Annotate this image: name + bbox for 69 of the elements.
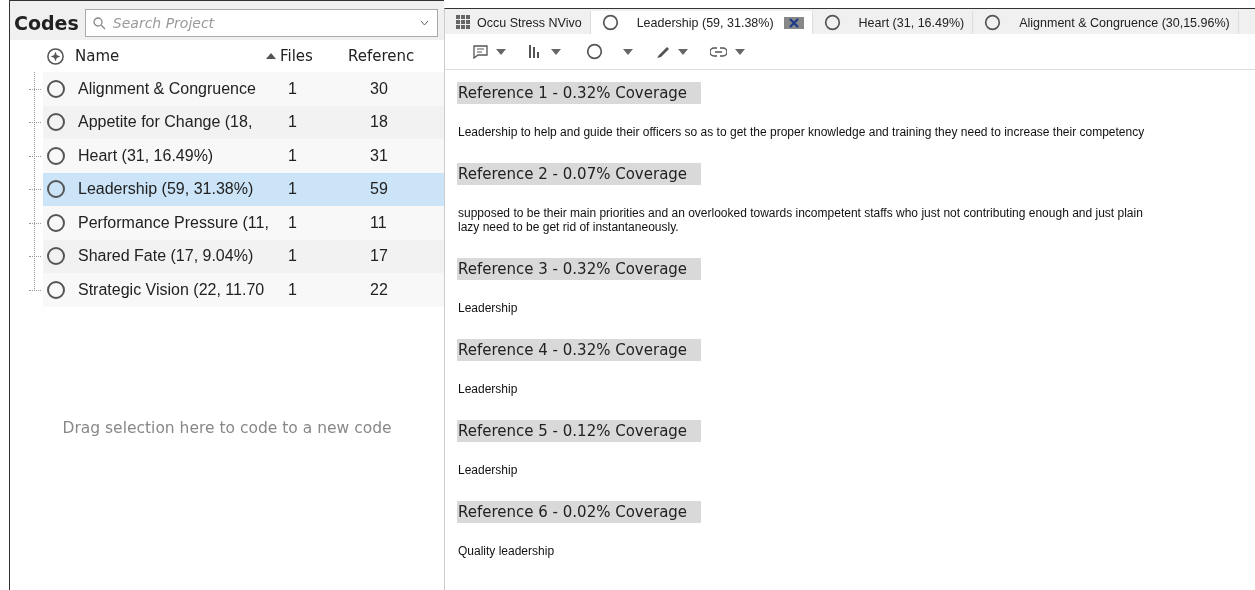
code-name: Alignment & Congruence bbox=[78, 79, 257, 98]
caret-icon bbox=[496, 48, 506, 55]
files-count: 1 bbox=[288, 113, 298, 132]
references-count: 11 bbox=[370, 213, 387, 232]
files-count: 1 bbox=[288, 146, 298, 165]
link-icon bbox=[710, 46, 727, 57]
references-count: 22 bbox=[370, 280, 388, 299]
code-name: Leadership (59, 31.38%) bbox=[78, 180, 255, 199]
references-count: 17 bbox=[370, 247, 388, 266]
code-circle-icon bbox=[46, 212, 66, 233]
references-count: 31 bbox=[370, 146, 388, 165]
reference-heading: Reference 6 - 0.02% Coverage bbox=[457, 501, 702, 523]
column-header[interactable]: Name bbox=[75, 47, 120, 65]
caret-icon bbox=[735, 48, 745, 55]
files-count: 1 bbox=[288, 247, 298, 266]
code-circle-icon bbox=[46, 279, 66, 300]
code-circle-icon bbox=[601, 14, 619, 32]
code-circle-icon bbox=[984, 14, 1002, 32]
references-count: 59 bbox=[370, 180, 388, 199]
code-circle-icon bbox=[46, 112, 66, 133]
search-field[interactable]: Search Project bbox=[84, 9, 438, 37]
highlight-tool[interactable] bbox=[655, 44, 688, 60]
grid-icon bbox=[456, 15, 471, 31]
code-circle-icon bbox=[823, 14, 841, 32]
code-name: Performance Pressure (11, bbox=[78, 213, 270, 232]
code-circle-icon bbox=[46, 179, 66, 200]
reference-heading: Reference 5 - 0.12% Coverage bbox=[457, 420, 702, 442]
code-name: Heart (31, 16.49%) bbox=[78, 146, 215, 165]
references-count: 30 bbox=[370, 79, 388, 98]
reference-text: Leadership to help and guide their officers so as to get the proper knowledge and training they need to increase their competency bbox=[458, 125, 1146, 139]
references-count: 18 bbox=[370, 113, 388, 132]
reference-text: Leadership bbox=[458, 382, 519, 396]
panel-title: Codes bbox=[14, 12, 79, 34]
code-name: Strategic Vision (22, 11.70 bbox=[78, 280, 266, 299]
reference-text: Leadership bbox=[458, 301, 519, 315]
files-count: 1 bbox=[288, 213, 298, 232]
reference-text: Quality leadership bbox=[458, 544, 556, 558]
annotation-tool[interactable] bbox=[473, 44, 506, 59]
code-name: Shared Fate (17, 9.04%) bbox=[78, 247, 255, 266]
files-count: 1 bbox=[288, 180, 298, 199]
add-code-icon[interactable] bbox=[46, 46, 65, 66]
marker-icon bbox=[655, 44, 670, 60]
link-tool[interactable] bbox=[710, 46, 745, 57]
reference-text: supposed to be their main priorities and an overlooked towards incompetent staffs who just not contributing enough and just plain lazy need to be get rid of instantaneously. bbox=[458, 206, 1144, 234]
files-count: 1 bbox=[288, 79, 298, 98]
code-name: Appetite for Change (18, bbox=[78, 113, 254, 132]
reference-heading: Reference 1 - 0.32% Coverage bbox=[457, 82, 702, 104]
circle-icon bbox=[586, 43, 603, 61]
comment-icon bbox=[473, 44, 488, 59]
code-circle-icon bbox=[46, 145, 66, 166]
column-header[interactable]: Files bbox=[280, 47, 313, 65]
dropdown-icon bbox=[420, 20, 429, 26]
caret-icon bbox=[678, 48, 688, 55]
stripes-tool[interactable] bbox=[528, 44, 561, 60]
reference-heading: Reference 4 - 0.32% Coverage bbox=[457, 339, 702, 361]
caret-icon bbox=[551, 48, 561, 55]
reference-heading: Reference 2 - 0.07% Coverage bbox=[457, 163, 702, 185]
close-icon[interactable] bbox=[783, 16, 804, 29]
caret-icon bbox=[623, 48, 633, 55]
code-circle-icon bbox=[46, 78, 66, 99]
document-tab[interactable]: Leadership (59, 31.38%) bbox=[590, 11, 813, 35]
column-header[interactable]: Referenc bbox=[348, 47, 415, 65]
search-icon bbox=[92, 17, 106, 30]
sort-ascending-icon bbox=[266, 53, 276, 59]
reference-text: Leadership bbox=[458, 463, 519, 477]
files-count: 1 bbox=[288, 280, 298, 299]
drop-hint: Drag selection here to code to a new code bbox=[62, 419, 392, 438]
reference-heading: Reference 3 - 0.32% Coverage bbox=[457, 258, 702, 280]
code-circle-icon bbox=[46, 246, 66, 267]
